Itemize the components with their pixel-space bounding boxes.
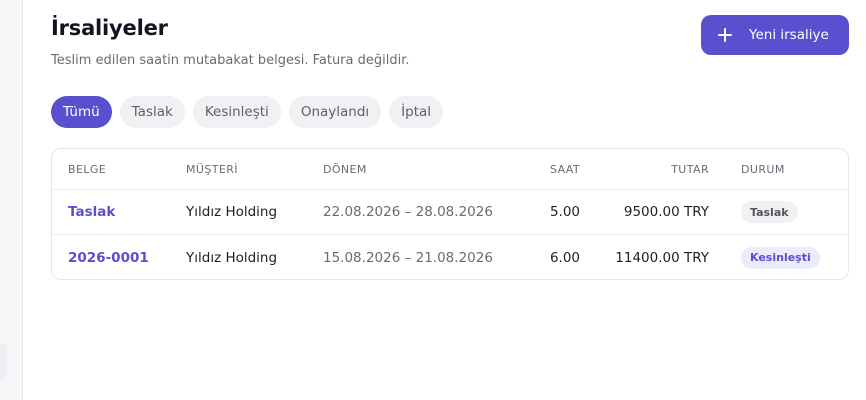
table-header: BELGE MÜŞTERİ DÖNEM SAAT TUTAR DURUM (52, 149, 848, 190)
customer-cell: Yıldız Holding (186, 249, 278, 266)
status-badge: Kesinleşti (741, 246, 820, 269)
page-title: İrsaliyeler (51, 16, 168, 40)
plus-icon (718, 28, 732, 42)
doc-link[interactable]: Taslak (68, 190, 115, 234)
filter-tab-approved[interactable]: Onaylandı (288, 96, 382, 128)
new-delivery-note-button[interactable]: Yeni irsaliye (701, 15, 849, 55)
column-header-hours[interactable]: SAAT (550, 149, 580, 189)
doc-link[interactable]: 2026-0001 (68, 235, 149, 279)
period-cell: 22.08.2026 – 28.08.2026 (323, 204, 493, 220)
table-row[interactable]: Taslak Yıldız Holding 22.08.2026 – 28.08… (52, 190, 848, 235)
status-cell: Taslak (741, 190, 798, 234)
amount-cell: 11400.00 TRY (615, 249, 709, 266)
hours-cell: 5.00 (549, 204, 580, 220)
new-delivery-note-button-label: Yeni irsaliye (749, 27, 829, 43)
filter-tab-draft[interactable]: Taslak (119, 96, 185, 128)
filter-tab-all[interactable]: Tümü (51, 96, 112, 128)
column-header-customer[interactable]: MÜŞTERİ (186, 149, 238, 189)
sidebar-active-indicator[interactable] (0, 343, 7, 379)
status-cell: Kesinleşti (741, 235, 820, 279)
page-subtitle: Teslim edilen saatin mutabakat belgesi. … (51, 53, 410, 68)
filter-tab-finalized[interactable]: Kesinleşti (192, 96, 281, 128)
column-header-amount[interactable]: TUTAR (671, 149, 709, 189)
column-header-doc[interactable]: BELGE (68, 149, 106, 189)
sidebar (0, 0, 23, 400)
status-filter-tabs: Tümü Taslak Kesinleşti Onaylandı İptal (51, 96, 444, 128)
column-header-status[interactable]: DURUM (741, 149, 785, 189)
amount-cell: 9500.00 TRY (623, 204, 709, 220)
table-row[interactable]: 2026-0001 Yıldız Holding 15.08.2026 – 21… (52, 235, 848, 279)
period-cell: 15.08.2026 – 21.08.2026 (323, 249, 493, 266)
status-badge: Taslak (741, 201, 798, 223)
customer-cell: Yıldız Holding (186, 204, 278, 220)
column-header-period[interactable]: DÖNEM (323, 149, 367, 189)
delivery-notes-table: BELGE MÜŞTERİ DÖNEM SAAT TUTAR DURUM Tas… (51, 148, 849, 280)
filter-tab-cancelled[interactable]: İptal (389, 96, 444, 128)
hours-cell: 6.00 (549, 249, 580, 266)
